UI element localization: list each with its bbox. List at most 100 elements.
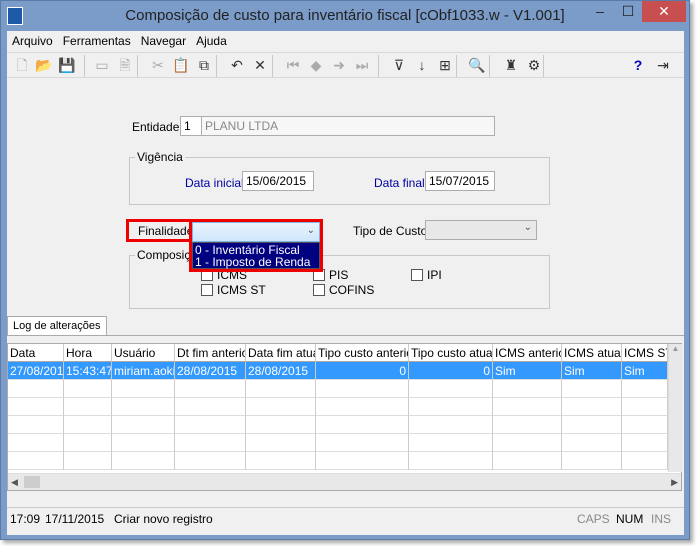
cut-icon[interactable]: ✂ [147, 55, 169, 76]
column-header[interactable]: Data fim atual [246, 344, 316, 362]
empty-cell[interactable] [64, 398, 112, 416]
copy-icon[interactable]: ⧉ [193, 55, 215, 76]
empty-cell[interactable] [64, 380, 112, 398]
column-header[interactable]: ICMS anterior [493, 344, 562, 362]
config-icon[interactable]: ⚙ [523, 55, 545, 76]
column-header[interactable]: ICMS ST [622, 344, 668, 362]
empty-cell[interactable] [8, 380, 64, 398]
empty-cell[interactable] [8, 416, 64, 434]
data-inicial-input[interactable]: 15/06/2015 [242, 171, 314, 191]
window-icon[interactable]: ▭ [91, 55, 113, 76]
empty-cell[interactable] [622, 416, 668, 434]
table-cell[interactable]: 28/08/2015 [175, 362, 246, 380]
empty-cell[interactable] [409, 380, 493, 398]
menu-ferramentas[interactable]: Ferramentas [58, 31, 136, 51]
empty-cell[interactable] [246, 434, 316, 452]
empty-cell[interactable] [175, 434, 246, 452]
table-cell[interactable]: 27/08/201 [8, 362, 64, 380]
empty-cell[interactable] [562, 434, 622, 452]
column-header[interactable]: Data [8, 344, 64, 362]
empty-cell[interactable] [175, 452, 246, 470]
next-icon[interactable]: ➜ [328, 55, 350, 76]
empty-cell[interactable] [493, 398, 562, 416]
paste-icon[interactable]: 📋 [170, 55, 192, 76]
find-icon[interactable]: ♜ [500, 55, 522, 76]
empty-cell[interactable] [8, 398, 64, 416]
table-cell[interactable]: Sim [493, 362, 562, 380]
menu-navegar[interactable]: Navegar [136, 31, 191, 51]
export-icon[interactable]: ⊞ [434, 55, 456, 76]
checkbox-ipi[interactable] [411, 269, 423, 281]
vertical-scrollbar[interactable]: ▲ [668, 344, 682, 472]
save-icon[interactable]: 💾 [56, 55, 78, 76]
column-header[interactable]: Tipo custo anterior [316, 344, 409, 362]
empty-cell[interactable] [493, 434, 562, 452]
empty-cell[interactable] [246, 380, 316, 398]
undo-icon[interactable]: ↶ [226, 55, 248, 76]
empty-cell[interactable] [246, 416, 316, 434]
sort-icon[interactable]: ↓ [411, 55, 433, 76]
column-header[interactable]: Dt fim anterior [175, 344, 246, 362]
empty-cell[interactable] [112, 434, 175, 452]
empty-cell[interactable] [622, 380, 668, 398]
finalidade-select[interactable]: ⌄ [192, 222, 320, 242]
empty-cell[interactable] [175, 380, 246, 398]
preview-icon[interactable]: 🔍 [466, 55, 488, 76]
first-icon[interactable]: ⏮ [282, 55, 304, 76]
empty-cell[interactable] [562, 452, 622, 470]
empty-cell[interactable] [112, 452, 175, 470]
empty-cell[interactable] [316, 380, 409, 398]
table-cell[interactable]: Sim [622, 362, 668, 380]
empty-cell[interactable] [8, 452, 64, 470]
empty-cell[interactable] [622, 434, 668, 452]
filter-icon[interactable]: ⊽ [388, 55, 410, 76]
empty-cell[interactable] [64, 416, 112, 434]
table-cell[interactable]: 0 [409, 362, 493, 380]
option-imposto-renda[interactable]: 1 - Imposto de Renda [195, 256, 317, 268]
table-cell[interactable]: 15:43:47 [64, 362, 112, 380]
empty-cell[interactable] [112, 398, 175, 416]
properties-icon[interactable]: 🗎 [114, 55, 136, 76]
empty-cell[interactable] [409, 398, 493, 416]
empty-cell[interactable] [493, 416, 562, 434]
empty-cell[interactable] [409, 452, 493, 470]
exit-icon[interactable]: ⇥ [652, 55, 674, 76]
empty-cell[interactable] [562, 398, 622, 416]
table-cell[interactable]: Sim [562, 362, 622, 380]
column-header[interactable]: Hora [64, 344, 112, 362]
new-icon[interactable]: 🗋 [11, 55, 33, 76]
checkbox-icms-st[interactable] [201, 284, 213, 296]
open-icon[interactable]: 📂 [33, 55, 55, 76]
table-cell[interactable]: 0 [316, 362, 409, 380]
table-cell[interactable]: 28/08/2015 [246, 362, 316, 380]
minimize-button[interactable]: ‒ [586, 3, 614, 23]
empty-cell[interactable] [316, 398, 409, 416]
empty-cell[interactable] [622, 398, 668, 416]
tab-log-alteracoes[interactable]: Log de alterações [7, 316, 107, 336]
horizontal-scrollbar[interactable]: ◀ ▶ [8, 473, 681, 490]
empty-cell[interactable] [562, 416, 622, 434]
empty-cell[interactable] [493, 452, 562, 470]
empty-cell[interactable] [246, 452, 316, 470]
empty-cell[interactable] [409, 416, 493, 434]
column-header[interactable]: Tipo custo atual [409, 344, 493, 362]
menu-ajuda[interactable]: Ajuda [191, 31, 232, 51]
last-icon[interactable]: ⏭ [351, 55, 373, 76]
help-icon[interactable]: ? [627, 55, 649, 76]
empty-cell[interactable] [8, 434, 64, 452]
tipo-custo-select[interactable]: ⌄ [425, 220, 537, 240]
empty-cell[interactable] [562, 380, 622, 398]
prev-icon[interactable]: ◆ [305, 55, 327, 76]
empty-cell[interactable] [622, 452, 668, 470]
empty-cell[interactable] [64, 434, 112, 452]
empty-cell[interactable] [316, 452, 409, 470]
empty-cell[interactable] [64, 452, 112, 470]
entidade-code-input[interactable]: 1 [180, 116, 202, 136]
empty-cell[interactable] [246, 398, 316, 416]
empty-cell[interactable] [175, 416, 246, 434]
empty-cell[interactable] [316, 416, 409, 434]
checkbox-cofins[interactable] [313, 284, 325, 296]
close-button[interactable]: ✕ [642, 1, 686, 22]
empty-cell[interactable] [112, 380, 175, 398]
column-header[interactable]: ICMS atual [562, 344, 622, 362]
